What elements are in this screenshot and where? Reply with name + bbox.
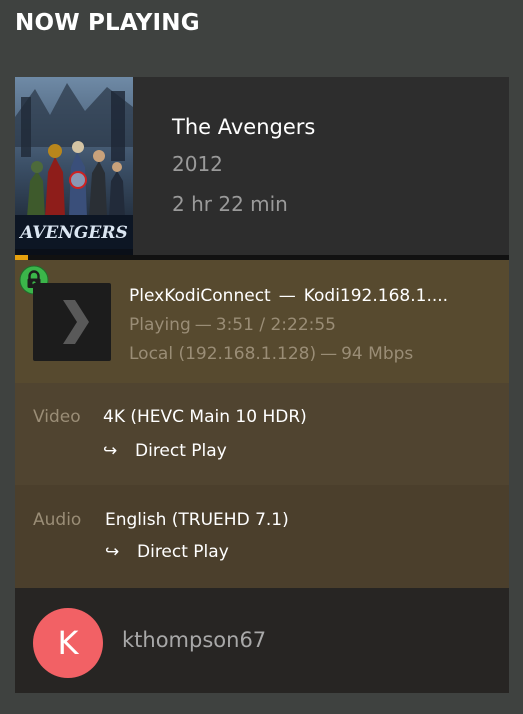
avatar[interactable]: K bbox=[33, 608, 103, 678]
video-stream-label: Video bbox=[33, 407, 81, 427]
audio-stream-label: Audio bbox=[33, 510, 82, 530]
player-device-line: PlexKodiConnect — Kodi192.168.1.... bbox=[129, 282, 499, 311]
network-bandwidth: 94 Mbps bbox=[341, 344, 414, 364]
playback-state: Playing bbox=[129, 315, 191, 335]
audio-stream-row: Audio English (TRUEHD 7.1) ↪ Direct Play bbox=[15, 485, 509, 588]
movie-poster[interactable]: AVENGERS bbox=[15, 77, 133, 255]
network-location: Local (192.168.1.128) bbox=[129, 344, 317, 364]
movie-year: 2012 bbox=[172, 152, 223, 176]
session-details: PlexKodiConnect — Kodi192.168.1.... Playin… bbox=[129, 282, 499, 369]
chevron-right-icon bbox=[63, 300, 89, 344]
playback-position: 3:51 / 2:22:55 bbox=[215, 315, 336, 335]
audio-decision-text: Direct Play bbox=[137, 542, 229, 562]
session-info-panel: PlexKodiConnect — Kodi192.168.1.... Playin… bbox=[15, 260, 509, 383]
username[interactable]: kthompson67 bbox=[122, 628, 266, 652]
video-decision-text: Direct Play bbox=[135, 441, 227, 461]
network-line: Local (192.168.1.128) —94 Mbps bbox=[129, 340, 499, 369]
audio-decision: ↪ Direct Play bbox=[105, 542, 229, 562]
redirect-arrow-icon: ↪ bbox=[103, 441, 118, 461]
media-meta: The Avengers 2012 2 hr 22 min bbox=[172, 110, 315, 224]
player-device-name: Kodi192.168.1.... bbox=[303, 286, 449, 306]
movie-title[interactable]: The Avengers bbox=[172, 110, 315, 144]
video-decision: ↪ Direct Play bbox=[103, 441, 227, 461]
page-title: NOW PLAYING bbox=[15, 10, 200, 36]
movie-duration: 2 hr 22 min bbox=[172, 192, 288, 216]
separator: — bbox=[320, 344, 338, 364]
redirect-arrow-icon: ↪ bbox=[105, 542, 120, 562]
playback-state-line: Playing —3:51 / 2:22:55 bbox=[129, 311, 499, 340]
now-playing-card[interactable]: AVENGERS The Avengers 2012 2 hr 22 min P… bbox=[15, 77, 509, 693]
media-header: AVENGERS The Avengers 2012 2 hr 22 min bbox=[15, 77, 509, 255]
separator: — bbox=[194, 315, 212, 335]
video-stream-row: Video 4K (HEVC Main 10 HDR) ↪ Direct Play bbox=[15, 383, 509, 485]
player-icon-tile bbox=[33, 283, 111, 361]
player-product: PlexKodiConnect bbox=[129, 286, 271, 306]
user-row[interactable]: K kthompson67 bbox=[15, 588, 509, 693]
poster-title-text: AVENGERS bbox=[18, 223, 128, 243]
audio-stream-format: English (TRUEHD 7.1) bbox=[105, 510, 289, 530]
video-stream-format: 4K (HEVC Main 10 HDR) bbox=[103, 407, 307, 427]
separator: — bbox=[278, 286, 296, 306]
